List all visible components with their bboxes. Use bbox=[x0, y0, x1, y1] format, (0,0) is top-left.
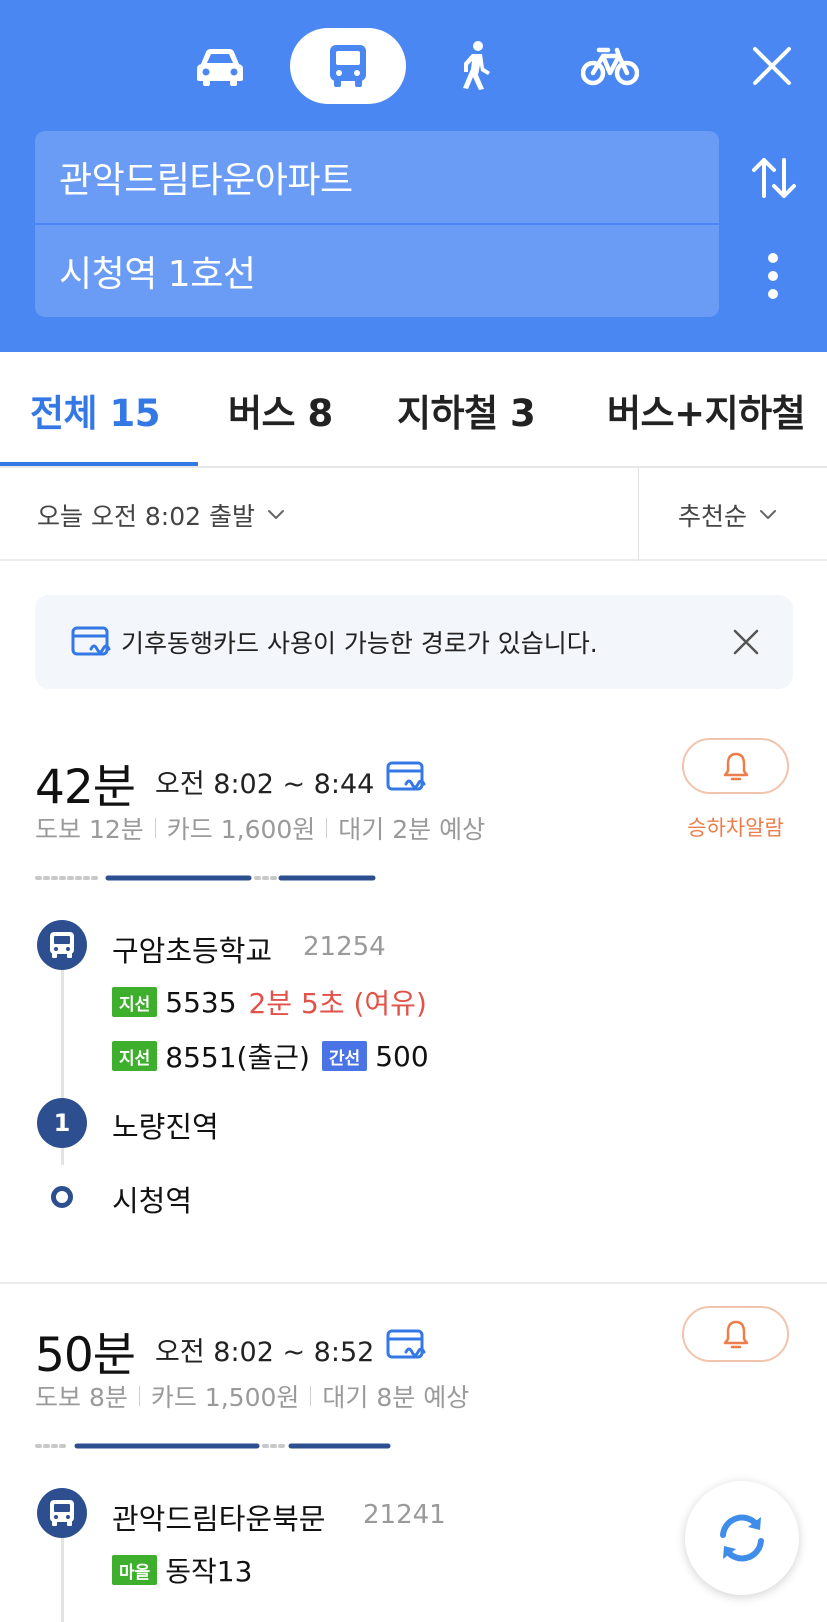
tab-bus[interactable]: 버스 8 bbox=[228, 352, 333, 466]
bus-type-badge: 마을 bbox=[112, 1555, 158, 1585]
destination-marker bbox=[51, 1186, 73, 1208]
bus-icon bbox=[330, 45, 366, 87]
fare: 카드 1,500원 bbox=[150, 1383, 300, 1412]
subway-line-marker: 1 bbox=[37, 1098, 87, 1148]
mode-walk-button[interactable] bbox=[440, 28, 510, 104]
route-time-range: 오전 8:02 ~ 8:52 bbox=[155, 1337, 375, 1368]
swap-button[interactable] bbox=[748, 150, 800, 206]
destination-text: 시청역 1호선 bbox=[59, 254, 256, 295]
route-meta: 도보 8분 카드 1,500원 대기 8분 예상 bbox=[35, 1378, 469, 1414]
wait-time: 대기 8분 예상 bbox=[322, 1383, 470, 1412]
bus-type-badge: 지선 bbox=[112, 1041, 158, 1071]
bus-number: 5535 bbox=[165, 985, 237, 1019]
route-card[interactable]: 42분 오전 8:02 ~ 8:44 도보 12분 카드 1,600원 대기 2… bbox=[0, 720, 827, 1280]
bus-stop-marker bbox=[37, 1488, 87, 1538]
sort-selector[interactable]: 추천순 bbox=[678, 468, 777, 561]
fare: 카드 1,600원 bbox=[166, 815, 316, 844]
tab-subway[interactable]: 지하철 3 bbox=[397, 352, 536, 466]
route-duration: 42분 bbox=[35, 760, 136, 815]
origin-field[interactable]: 관악드림타운아파트 bbox=[35, 131, 719, 223]
notice-close-button[interactable] bbox=[723, 619, 769, 665]
active-tab-indicator bbox=[0, 462, 198, 466]
stop-name: 관악드림타운북문 bbox=[112, 1502, 326, 1536]
close-icon bbox=[753, 47, 791, 85]
stop-id: 21254 bbox=[303, 932, 386, 962]
alarm-label: 승하차알람 bbox=[687, 816, 784, 840]
stop-name: 시청역 bbox=[112, 1184, 193, 1218]
route-time-range: 오전 8:02 ~ 8:44 bbox=[155, 769, 375, 800]
destination-field[interactable]: 시청역 1호선 bbox=[35, 225, 719, 317]
climate-card-notice: 기후동행카드 사용이 가능한 경로가 있습니다. bbox=[35, 595, 793, 689]
bus-route-row[interactable]: 지선 8551(출근) 간선 500 bbox=[112, 1038, 441, 1074]
filter-bar: 오늘 오전 8:02 출발 추천순 bbox=[0, 468, 827, 561]
climate-card-icon bbox=[386, 1329, 426, 1359]
bus-route-row[interactable]: 지선 5535 2분 5초 (여유) bbox=[112, 984, 427, 1020]
bus-icon bbox=[50, 932, 74, 958]
mode-transit-button[interactable] bbox=[290, 28, 406, 104]
climate-card-icon bbox=[386, 761, 426, 791]
tab-bus-subway[interactable]: 버스+지하철 bbox=[607, 352, 806, 466]
car-icon bbox=[197, 49, 243, 86]
route-inputs: 관악드림타운아파트 시청역 1호선 bbox=[35, 131, 719, 317]
alarm-button[interactable] bbox=[682, 738, 789, 794]
more-options-button[interactable] bbox=[758, 246, 788, 306]
bus-stop-marker bbox=[37, 920, 87, 970]
alarm-button[interactable] bbox=[682, 1306, 789, 1362]
route-meta: 도보 12분 카드 1,600원 대기 2분 예상 bbox=[35, 810, 485, 846]
bus-type-badge: 지선 bbox=[112, 987, 158, 1017]
mode-car-button[interactable] bbox=[180, 28, 260, 104]
mode-bike-button[interactable] bbox=[568, 28, 652, 104]
bell-icon bbox=[723, 752, 748, 781]
bus-route-row[interactable]: 마을 동작13 bbox=[112, 1552, 264, 1588]
bike-icon bbox=[581, 47, 639, 86]
bus-icon bbox=[50, 1500, 74, 1526]
walk-icon bbox=[463, 41, 490, 90]
more-vertical-icon bbox=[768, 253, 778, 299]
departure-time-selector[interactable]: 오늘 오전 8:02 출발 bbox=[37, 468, 285, 561]
bus-number: 500 bbox=[375, 1039, 429, 1073]
wait-time: 대기 2분 예상 bbox=[338, 815, 486, 844]
chevron-down-icon bbox=[760, 509, 777, 519]
route-header: 관악드림타운아파트 시청역 1호선 bbox=[0, 0, 827, 352]
meta-divider bbox=[138, 1386, 140, 1406]
meta-divider bbox=[154, 818, 156, 838]
close-icon bbox=[733, 629, 759, 655]
swap-icon bbox=[752, 158, 796, 198]
stop-name: 구암초등학교 bbox=[112, 934, 273, 968]
refresh-button[interactable] bbox=[685, 1481, 799, 1595]
meta-divider bbox=[326, 818, 328, 838]
meta-divider bbox=[310, 1386, 312, 1406]
notice-text: 기후동행카드 사용이 가능한 경로가 있습니다. bbox=[121, 629, 598, 658]
stop-id: 21241 bbox=[363, 1500, 446, 1530]
tab-all[interactable]: 전체 15 bbox=[30, 352, 160, 466]
bell-icon bbox=[723, 1320, 748, 1349]
filter-divider bbox=[638, 468, 639, 561]
route-timeline-bar bbox=[35, 1443, 391, 1449]
route-duration: 50분 bbox=[35, 1328, 136, 1383]
origin-text: 관악드림타운아파트 bbox=[59, 160, 353, 201]
card-divider bbox=[0, 1282, 827, 1284]
bus-type-badge: 간선 bbox=[321, 1041, 368, 1071]
walk-time: 도보 8분 bbox=[35, 1383, 128, 1412]
walk-time: 도보 12분 bbox=[35, 815, 144, 844]
route-timeline-bar bbox=[35, 875, 376, 881]
close-button[interactable] bbox=[746, 40, 798, 92]
stop-name: 노량진역 bbox=[112, 1110, 219, 1144]
route-type-tabs: 전체 15 버스 8 지하철 3 버스+지하철 bbox=[0, 352, 827, 468]
sort-text: 추천순 bbox=[678, 501, 748, 531]
bus-number: 8551(출근) bbox=[165, 1041, 310, 1074]
climate-card-icon bbox=[71, 626, 111, 656]
chevron-down-icon bbox=[267, 509, 284, 519]
departure-time-text: 오늘 오전 8:02 출발 bbox=[37, 501, 255, 531]
refresh-icon bbox=[720, 1514, 764, 1562]
bus-number: 동작13 bbox=[165, 1555, 253, 1588]
subway-line-number: 1 bbox=[53, 1109, 71, 1137]
bus-arrival: 2분 5초 (여유) bbox=[248, 987, 427, 1020]
